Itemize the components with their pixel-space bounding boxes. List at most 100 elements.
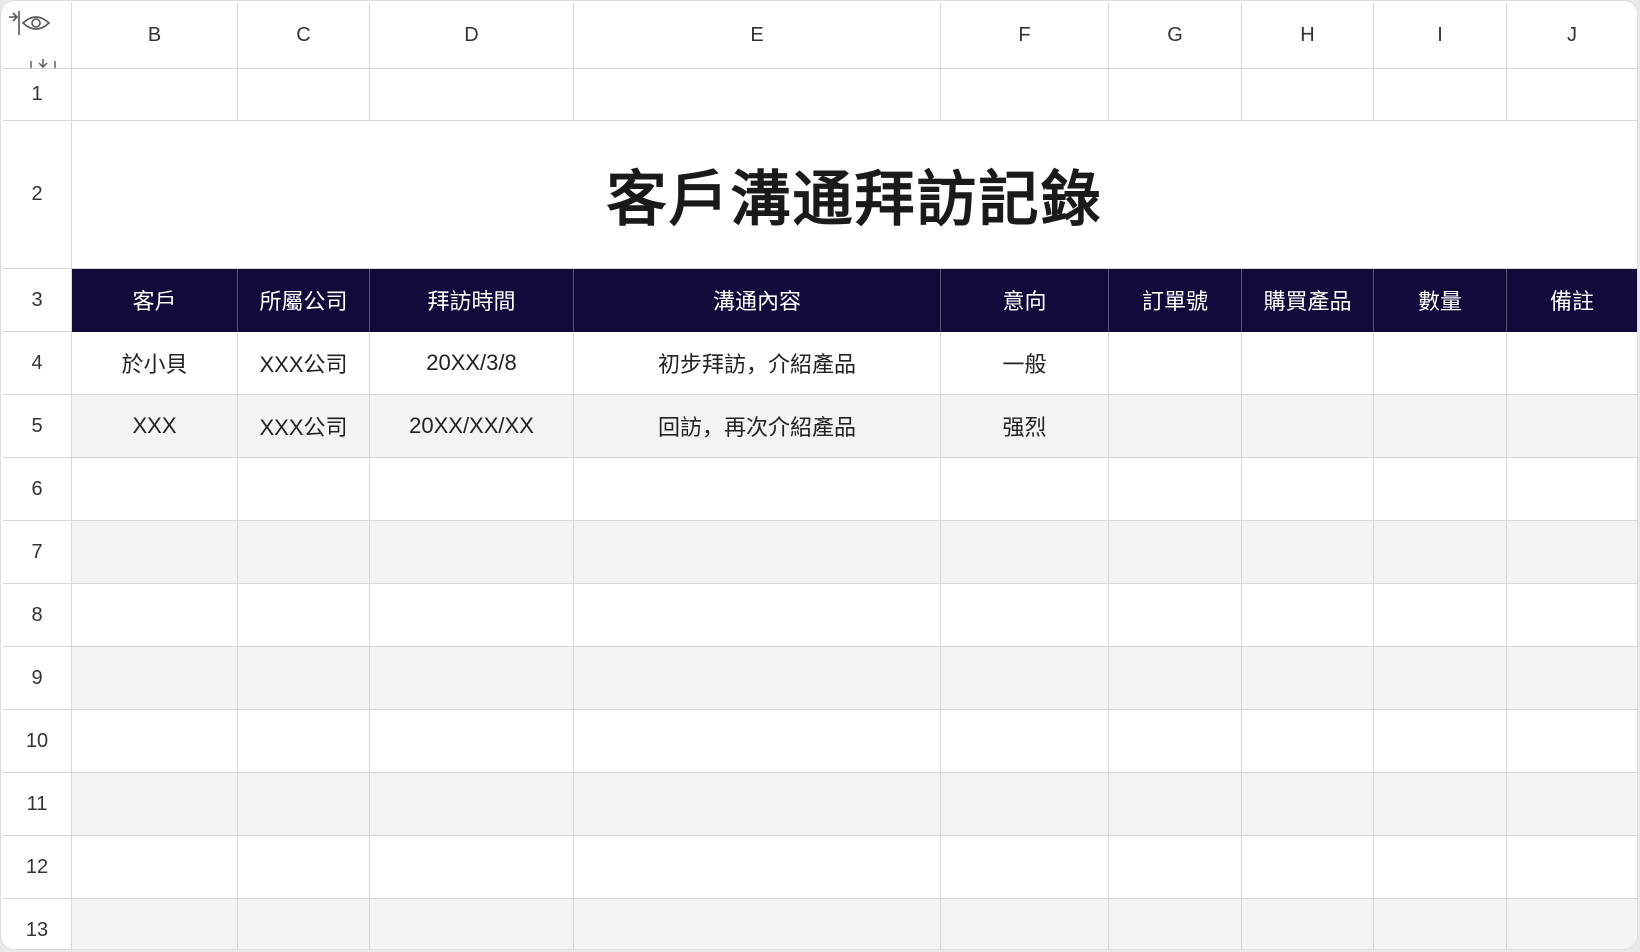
cell-b7[interactable]: [72, 521, 238, 584]
row-header-4[interactable]: 4: [3, 332, 72, 395]
row-header-7[interactable]: 7: [3, 521, 72, 584]
cell-f9[interactable]: [941, 647, 1109, 710]
table-header-cell[interactable]: 訂單號: [1109, 269, 1242, 332]
cell-e1[interactable]: [574, 69, 941, 121]
cell-d1[interactable]: [370, 69, 574, 121]
cell-e9[interactable]: [574, 647, 941, 710]
table-header-cell[interactable]: 所屬公司: [238, 269, 370, 332]
table-header-cell[interactable]: 購買產品: [1242, 269, 1374, 332]
cell-d8[interactable]: [370, 584, 574, 647]
cell-h13[interactable]: [1242, 899, 1374, 949]
cell-d12[interactable]: [370, 836, 574, 899]
row-header-3[interactable]: 3: [3, 269, 72, 332]
row-header-13[interactable]: 13: [3, 899, 72, 949]
cell-i9[interactable]: [1374, 647, 1507, 710]
cell-j1[interactable]: [1507, 69, 1637, 121]
row-header-9[interactable]: 9: [3, 647, 72, 710]
cell-j11[interactable]: [1507, 773, 1637, 836]
cell-d9[interactable]: [370, 647, 574, 710]
cell-h12[interactable]: [1242, 836, 1374, 899]
cell-i7[interactable]: [1374, 521, 1507, 584]
cell-h7[interactable]: [1242, 521, 1374, 584]
row-header-11[interactable]: 11: [3, 773, 72, 836]
cell-f13[interactable]: [941, 899, 1109, 949]
cell-e7[interactable]: [574, 521, 941, 584]
row-header-6[interactable]: 6: [3, 458, 72, 521]
row-header-5[interactable]: 5: [3, 395, 72, 458]
cell-i13[interactable]: [1374, 899, 1507, 949]
cell-b9[interactable]: [72, 647, 238, 710]
row-header-10[interactable]: 10: [3, 710, 72, 773]
cell-j12[interactable]: [1507, 836, 1637, 899]
cell-c9[interactable]: [238, 647, 370, 710]
collapse-rows-icon[interactable]: [29, 57, 57, 69]
cell-f5[interactable]: 强烈: [941, 395, 1109, 458]
cell-g4[interactable]: [1109, 332, 1242, 395]
cell-c5[interactable]: XXX公司: [238, 395, 370, 458]
cell-g11[interactable]: [1109, 773, 1242, 836]
cell-b12[interactable]: [72, 836, 238, 899]
cell-c10[interactable]: [238, 710, 370, 773]
cell-e13[interactable]: [574, 899, 941, 949]
column-header-b[interactable]: B: [72, 3, 238, 69]
cell-f8[interactable]: [941, 584, 1109, 647]
freeze-eye-icon[interactable]: [7, 9, 53, 37]
cell-i4[interactable]: [1374, 332, 1507, 395]
cell-d4[interactable]: 20XX/3/8: [370, 332, 574, 395]
cell-c1[interactable]: [238, 69, 370, 121]
cell-i10[interactable]: [1374, 710, 1507, 773]
cell-i1[interactable]: [1374, 69, 1507, 121]
cell-g7[interactable]: [1109, 521, 1242, 584]
cell-d6[interactable]: [370, 458, 574, 521]
cell-g8[interactable]: [1109, 584, 1242, 647]
cell-d5[interactable]: 20XX/XX/XX: [370, 395, 574, 458]
cell-h6[interactable]: [1242, 458, 1374, 521]
cell-h5[interactable]: [1242, 395, 1374, 458]
cell-j10[interactable]: [1507, 710, 1637, 773]
cell-c7[interactable]: [238, 521, 370, 584]
cell-g12[interactable]: [1109, 836, 1242, 899]
cell-f12[interactable]: [941, 836, 1109, 899]
column-header-g[interactable]: G: [1109, 3, 1242, 69]
column-header-d[interactable]: D: [370, 3, 574, 69]
cell-b1[interactable]: [72, 69, 238, 121]
table-header-cell[interactable]: 數量: [1374, 269, 1507, 332]
table-header-cell[interactable]: 意向: [941, 269, 1109, 332]
sheet-title[interactable]: 客戶溝通拜訪記錄: [72, 121, 1637, 269]
cell-c11[interactable]: [238, 773, 370, 836]
cell-b10[interactable]: [72, 710, 238, 773]
cell-c12[interactable]: [238, 836, 370, 899]
cell-d7[interactable]: [370, 521, 574, 584]
cell-h9[interactable]: [1242, 647, 1374, 710]
cell-g13[interactable]: [1109, 899, 1242, 949]
cell-i5[interactable]: [1374, 395, 1507, 458]
cell-j8[interactable]: [1507, 584, 1637, 647]
column-header-h[interactable]: H: [1242, 3, 1374, 69]
cell-j13[interactable]: [1507, 899, 1637, 949]
row-header-1[interactable]: 1: [3, 69, 72, 121]
cell-c8[interactable]: [238, 584, 370, 647]
table-header-cell[interactable]: 拜訪時間: [370, 269, 574, 332]
table-header-cell[interactable]: 備註: [1507, 269, 1637, 332]
cell-e10[interactable]: [574, 710, 941, 773]
cell-b11[interactable]: [72, 773, 238, 836]
cell-d13[interactable]: [370, 899, 574, 949]
cell-i8[interactable]: [1374, 584, 1507, 647]
cell-g10[interactable]: [1109, 710, 1242, 773]
row-header-12[interactable]: 12: [3, 836, 72, 899]
cell-b8[interactable]: [72, 584, 238, 647]
cell-e4[interactable]: 初步拜訪，介紹產品: [574, 332, 941, 395]
cell-e6[interactable]: [574, 458, 941, 521]
cell-j9[interactable]: [1507, 647, 1637, 710]
row-header-2[interactable]: 2: [3, 121, 72, 269]
cell-h8[interactable]: [1242, 584, 1374, 647]
cell-g6[interactable]: [1109, 458, 1242, 521]
column-header-i[interactable]: I: [1374, 3, 1507, 69]
cell-b6[interactable]: [72, 458, 238, 521]
cell-f6[interactable]: [941, 458, 1109, 521]
cell-e8[interactable]: [574, 584, 941, 647]
cell-f1[interactable]: [941, 69, 1109, 121]
cell-i11[interactable]: [1374, 773, 1507, 836]
cell-f7[interactable]: [941, 521, 1109, 584]
cell-i6[interactable]: [1374, 458, 1507, 521]
